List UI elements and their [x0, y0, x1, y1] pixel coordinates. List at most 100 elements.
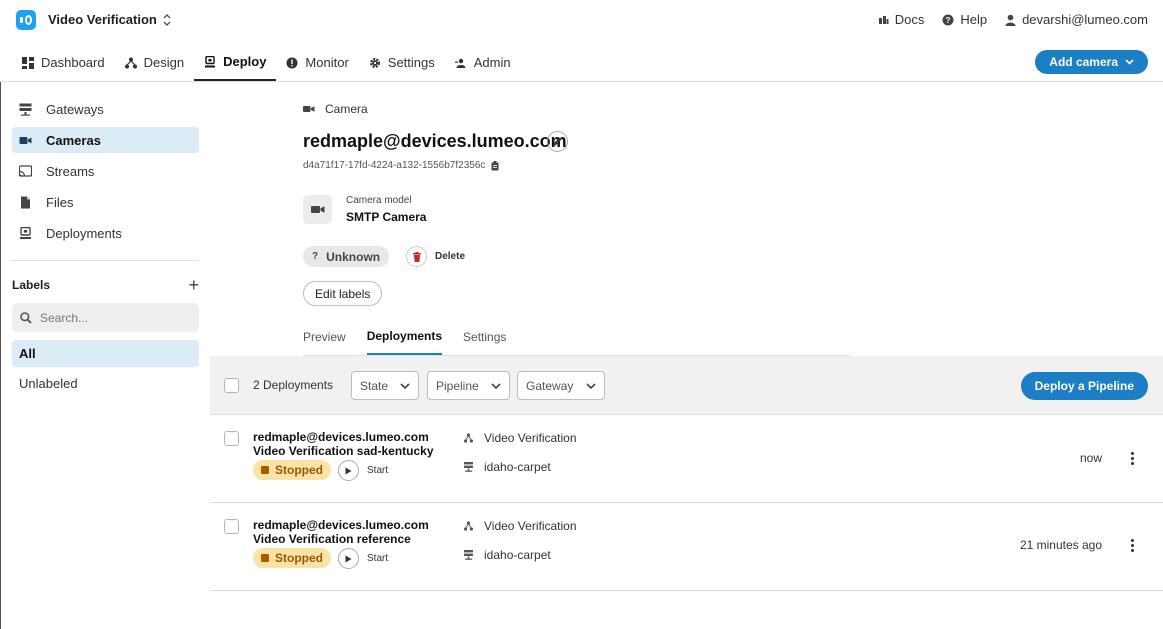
add-label-icon[interactable]: +: [188, 276, 199, 294]
table-row[interactable]: redmaple@devices.lumeo.com Video Verific…: [210, 503, 1163, 591]
gateway-filter-label: Gateway: [526, 378, 574, 393]
play-icon: [338, 460, 359, 481]
sidebar-item-cameras[interactable]: Cameras: [12, 127, 199, 153]
sidebar-item-label: Cameras: [46, 132, 101, 148]
status-badge: Stopped: [253, 548, 331, 568]
camera-tabs: Preview Deployments Settings: [303, 319, 850, 356]
nav-tab-label: Monitor: [305, 55, 349, 70]
sidebar-item-label: Files: [46, 194, 74, 210]
row-camera-name[interactable]: redmaple@devices.lumeo.com: [253, 430, 429, 444]
row-deployment-name[interactable]: Video Verification reference: [253, 532, 411, 546]
labels-title: Labels: [12, 278, 51, 292]
row-deployment-name[interactable]: Video Verification sad-kentucky: [253, 444, 434, 458]
row-pipeline[interactable]: Video Verification: [464, 431, 577, 445]
nav-tab-dashboard[interactable]: Dashboard: [12, 44, 115, 81]
design-icon: [124, 57, 137, 68]
status-badge: ? Unknown: [303, 246, 390, 267]
question-icon: ?: [312, 251, 319, 262]
pipeline-icon: [464, 433, 473, 443]
deploy-icon: [205, 55, 216, 67]
sidebar-item-deployments[interactable]: Deployments: [12, 220, 199, 246]
status-label: Unknown: [326, 249, 381, 264]
row-pipeline[interactable]: Video Verification: [464, 519, 577, 533]
sidebar-item-streams[interactable]: Streams: [12, 158, 199, 184]
nav-tab-label: Settings: [387, 55, 435, 70]
chevron-updown-icon[interactable]: [160, 11, 174, 29]
tab-settings[interactable]: Settings: [463, 319, 506, 355]
header-links: Docs ? Help devarshi@lumeo.com: [878, 12, 1148, 27]
docs-label: Docs: [894, 12, 925, 27]
sidebar-item-label: Deployments: [46, 225, 122, 241]
docs-link[interactable]: Docs: [878, 12, 925, 27]
sidebar-divider: [12, 260, 199, 261]
deployment-icon: [20, 226, 31, 239]
row-gateway[interactable]: idaho-carpet: [464, 548, 551, 562]
user-email: devarshi@lumeo.com: [1022, 12, 1148, 27]
user-menu[interactable]: devarshi@lumeo.com: [1005, 12, 1148, 27]
row-checkbox[interactable]: [224, 519, 239, 534]
label-search-input[interactable]: [40, 310, 190, 325]
start-label: Start: [367, 465, 389, 476]
camera-icon: [310, 206, 324, 213]
deployments-toolbar: 2 Deployments State Pipeline Gateway Dep…: [210, 356, 1163, 415]
row-timestamp: 21 minutes ago: [1019, 538, 1102, 552]
nav-tab-label: Design: [143, 55, 185, 70]
sidebar-item-label: Gateways: [46, 101, 104, 117]
app-title[interactable]: Video Verification: [48, 12, 157, 27]
chevron-down-icon: [491, 382, 501, 389]
camera-id-value: d4a71f17-17fd-4224-a132-1556b7f2356c: [303, 160, 486, 171]
nav-tab-label: Dashboard: [41, 55, 105, 70]
edit-name-button[interactable]: [547, 131, 568, 152]
edit-labels-button[interactable]: Edit labels: [303, 281, 383, 306]
delete-button[interactable]: Delete: [406, 246, 465, 267]
deploy-pipeline-button[interactable]: Deploy a Pipeline: [1020, 372, 1148, 400]
row-checkbox[interactable]: [224, 431, 239, 446]
nav-tab-monitor[interactable]: Monitor: [276, 44, 358, 81]
user-icon: [1005, 14, 1016, 26]
delete-label: Delete: [435, 251, 466, 262]
status-label: Stopped: [275, 463, 323, 477]
help-link[interactable]: ? Help: [942, 12, 987, 27]
tab-preview[interactable]: Preview: [303, 319, 346, 355]
play-icon: [338, 548, 359, 569]
status-badge: Stopped: [253, 460, 331, 480]
pencil-icon: [553, 137, 562, 146]
state-filter[interactable]: State: [351, 371, 419, 400]
lumeo-logo-icon: [16, 10, 36, 30]
tab-deployments[interactable]: Deployments: [366, 319, 443, 355]
add-camera-button[interactable]: Add camera: [1035, 50, 1148, 74]
file-icon: [21, 196, 30, 208]
gateway-icon: [19, 103, 32, 116]
main-nav: Dashboard Design Deploy Monitor Settings…: [12, 44, 521, 82]
gateway-name: idaho-carpet: [484, 548, 551, 562]
sidebar-item-gateways[interactable]: Gateways: [12, 96, 199, 122]
start-button[interactable]: Start: [338, 548, 388, 569]
help-icon: ?: [942, 14, 954, 25]
more-options-icon[interactable]: [1126, 448, 1138, 468]
nav-tab-settings[interactable]: Settings: [359, 44, 445, 81]
nav-tab-admin[interactable]: Admin: [445, 44, 521, 81]
breadcrumb: Camera: [303, 102, 368, 116]
nav-tab-deploy[interactable]: Deploy: [194, 44, 277, 81]
select-all-checkbox[interactable]: [224, 378, 239, 393]
nav-tab-design[interactable]: Design: [115, 44, 194, 81]
chevron-down-icon: [1125, 59, 1134, 65]
breadcrumb-label[interactable]: Camera: [325, 102, 368, 116]
stop-icon: [261, 554, 269, 562]
pipeline-filter[interactable]: Pipeline: [427, 371, 510, 400]
table-row[interactable]: redmaple@devices.lumeo.com Video Verific…: [210, 415, 1163, 503]
gateway-name: idaho-carpet: [484, 460, 551, 474]
start-button[interactable]: Start: [338, 460, 388, 481]
copy-icon[interactable]: [491, 160, 500, 171]
svg-text:?: ?: [946, 16, 951, 25]
row-gateway[interactable]: idaho-carpet: [464, 460, 551, 474]
sidebar-item-files[interactable]: Files: [12, 189, 199, 215]
stream-icon: [19, 164, 32, 177]
row-camera-name[interactable]: redmaple@devices.lumeo.com: [253, 518, 429, 532]
label-filter-all[interactable]: All: [12, 340, 199, 367]
state-filter-label: State: [360, 378, 389, 393]
label-filter-unlabeled[interactable]: Unlabeled: [12, 370, 199, 397]
gateway-filter[interactable]: Gateway: [517, 371, 605, 400]
more-options-icon[interactable]: [1126, 535, 1138, 555]
status-label: Stopped: [275, 551, 323, 565]
